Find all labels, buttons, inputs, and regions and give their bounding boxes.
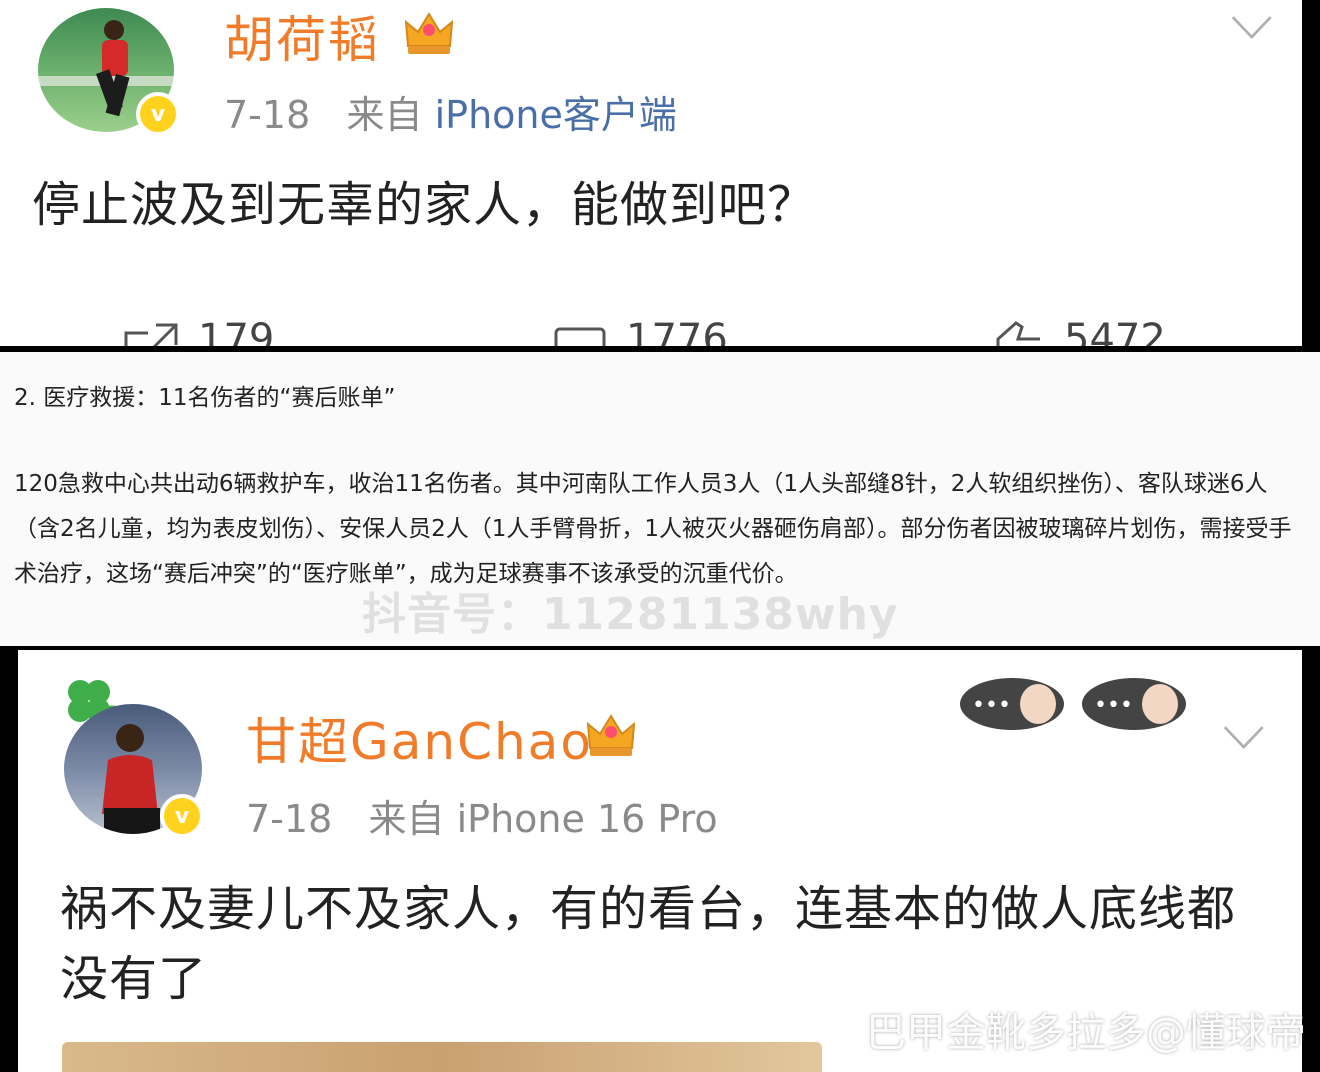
from-label: 来自: [368, 797, 445, 841]
username[interactable]: 甘超GanChao: [246, 702, 593, 774]
svg-text:•••: •••: [1094, 693, 1133, 718]
action-bar: 179 1776 5472: [120, 316, 1220, 346]
like-button[interactable]: 5472: [990, 316, 1166, 346]
post-content: 祸不及妻儿不及家人，有的看台，连基本的做人底线都没有了: [60, 881, 1237, 1007]
repost-count: 179: [198, 316, 275, 346]
crown-icon: [404, 12, 454, 54]
crown-icon: [586, 714, 636, 756]
verified-badge-icon: v: [136, 92, 180, 136]
like-icon: [996, 321, 1040, 346]
svg-text:•••: •••: [972, 693, 1011, 718]
douyin-watermark: 抖音号：11281138why: [362, 589, 899, 640]
sticker-emoji: ••• •••: [960, 678, 1186, 730]
post-meta: 7-18 来自 iPhone客户端: [224, 84, 677, 139]
like-count: 5472: [1064, 316, 1166, 346]
post-date: 7-18: [224, 93, 311, 137]
username[interactable]: 胡荷韬: [224, 0, 380, 72]
weibo-post-1: v 胡荷韬 7-18 来自 iPhone客户端 停止波及到无辜的家人，能做到吧？…: [0, 0, 1302, 346]
repost-icon: [124, 323, 178, 346]
from-label: 来自: [346, 93, 423, 137]
post-content: 停止波及到无辜的家人，能做到吧？: [32, 177, 817, 233]
post-image[interactable]: [62, 1042, 822, 1072]
post-date: 7-18: [246, 797, 333, 841]
excerpt-heading: 2. 医疗救援：11名伤者的“赛后账单”: [14, 385, 396, 411]
repost-button[interactable]: 179: [120, 316, 274, 346]
comment-icon: [554, 327, 606, 346]
source-device: iPhone 16 Pro: [456, 797, 718, 841]
comment-count: 1776: [626, 316, 728, 346]
chevron-down-icon[interactable]: [1218, 720, 1264, 756]
comment-button[interactable]: 1776: [552, 316, 728, 346]
post-meta: 7-18 来自 iPhone 16 Pro: [246, 788, 718, 843]
chevron-down-icon[interactable]: [1226, 10, 1272, 46]
excerpt-paragraph: 120急救中心共出动6辆救护车，收治11名伤者。其中河南队工作人员3人（1人头部…: [14, 471, 1292, 587]
corner-watermark: 巴甲金靴多拉多@懂球帝: [866, 1010, 1306, 1056]
verified-badge-icon: v: [160, 794, 204, 838]
source-link[interactable]: iPhone客户端: [435, 93, 677, 137]
